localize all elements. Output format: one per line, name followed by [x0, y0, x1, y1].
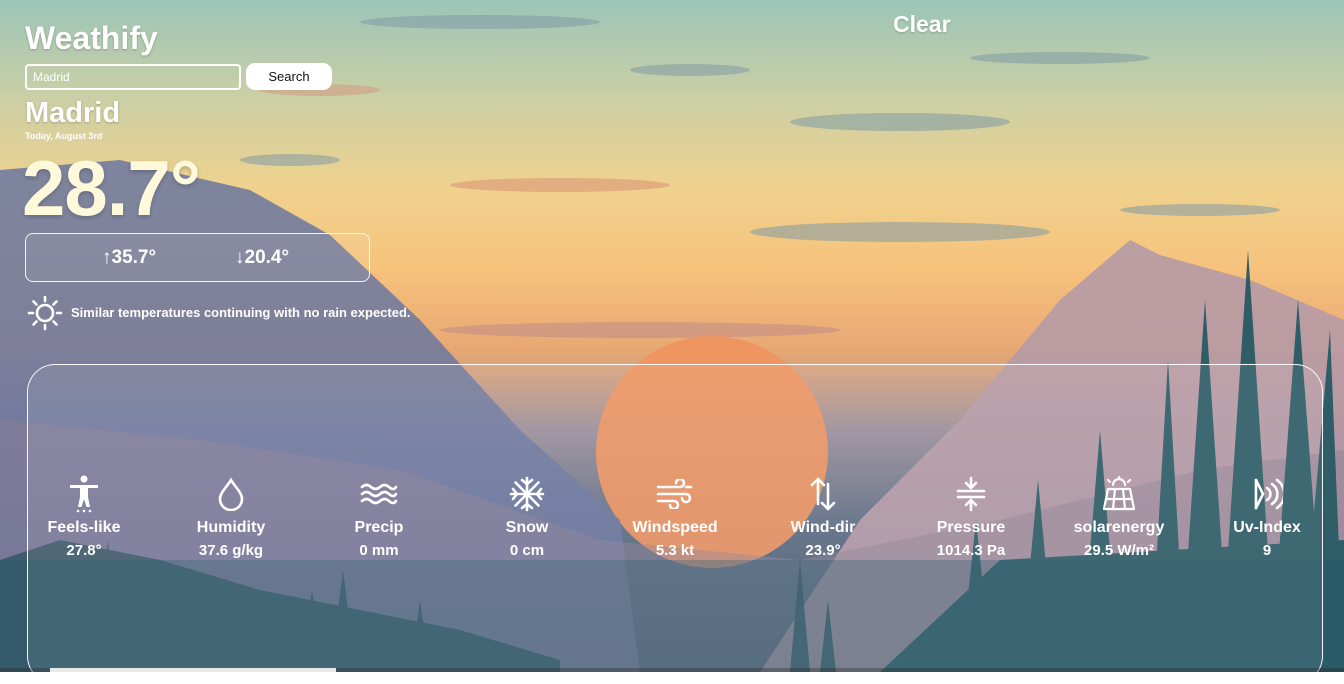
weather-app: Weathify Clear Search Madrid Today, Augu… — [0, 0, 1344, 684]
stat-value: 23.9° — [805, 542, 841, 559]
search-input[interactable] — [25, 64, 241, 90]
stat-label: Snow — [505, 519, 549, 536]
stat-value: 29.5 W/m² — [1083, 542, 1155, 559]
forecast-description: Similar temperatures continuing with no … — [71, 305, 411, 320]
stat-windspeed: Windspeed 5.3 kt — [600, 475, 750, 559]
date-label: Today, August 3rd — [25, 131, 103, 141]
current-temperature: 28.7° — [22, 144, 201, 232]
high-temperature: ↑35.7° — [102, 247, 157, 268]
stat-precip: Precip 0 mm — [304, 475, 454, 559]
stat-value: 5.3 kt — [655, 542, 695, 559]
stat-value: 9 — [1262, 542, 1272, 559]
stat-label: Precip — [354, 519, 404, 536]
stat-label: Humidity — [196, 519, 266, 536]
arrows-updown-icon — [810, 477, 836, 511]
stat-uv-index: Uv-Index 9 — [1192, 475, 1342, 559]
solar-panel-icon — [1102, 476, 1136, 511]
stat-wind-dir: Wind-dir 23.9° — [748, 475, 898, 559]
stat-label: Wind-dir — [790, 519, 856, 536]
scrollbar-thumb[interactable] — [50, 668, 336, 672]
stat-solarenergy: solarenergy 29.5 W/m² — [1044, 475, 1194, 559]
stat-label: Uv-Index — [1233, 519, 1301, 536]
stats-panel: Feels-like 27.8° Humidity 37.6 g/kg Prec… — [27, 364, 1323, 684]
horizontal-scrollbar[interactable] — [0, 668, 1344, 672]
uv-signal-icon — [1254, 478, 1283, 510]
stat-pressure: Pressure 1014.3 Pa — [896, 475, 1046, 559]
stat-label: solarenergy — [1073, 519, 1165, 536]
stat-snow: Snow 0 cm — [452, 475, 602, 559]
stat-value: 1014.3 Pa — [936, 542, 1006, 559]
app-title: Weathify — [25, 20, 158, 56]
stat-value: 0 cm — [509, 542, 545, 559]
search-button[interactable]: Search — [246, 63, 332, 90]
stat-label: Feels-like — [47, 519, 121, 536]
sun-icon — [27, 295, 63, 331]
stat-feels-like: Feels-like 27.8° — [9, 475, 159, 559]
stat-value: 27.8° — [66, 542, 102, 559]
droplet-icon — [218, 477, 244, 511]
stat-label: Windspeed — [632, 519, 718, 536]
stat-value: 0 mm — [359, 542, 399, 559]
compress-icon — [956, 476, 986, 512]
waves-icon — [360, 483, 398, 505]
person-icon — [70, 475, 98, 513]
stat-value: 37.6 g/kg — [198, 542, 264, 559]
high-low-box: ↑35.7° ↓20.4° — [25, 233, 370, 282]
city-name: Madrid — [25, 97, 121, 129]
condition-label: Clear — [893, 11, 951, 37]
wind-icon — [656, 479, 693, 509]
snowflake-icon — [509, 476, 545, 512]
low-temperature: ↓20.4° — [235, 247, 290, 268]
stat-humidity: Humidity 37.6 g/kg — [156, 475, 306, 559]
stat-label: Pressure — [936, 519, 1006, 536]
